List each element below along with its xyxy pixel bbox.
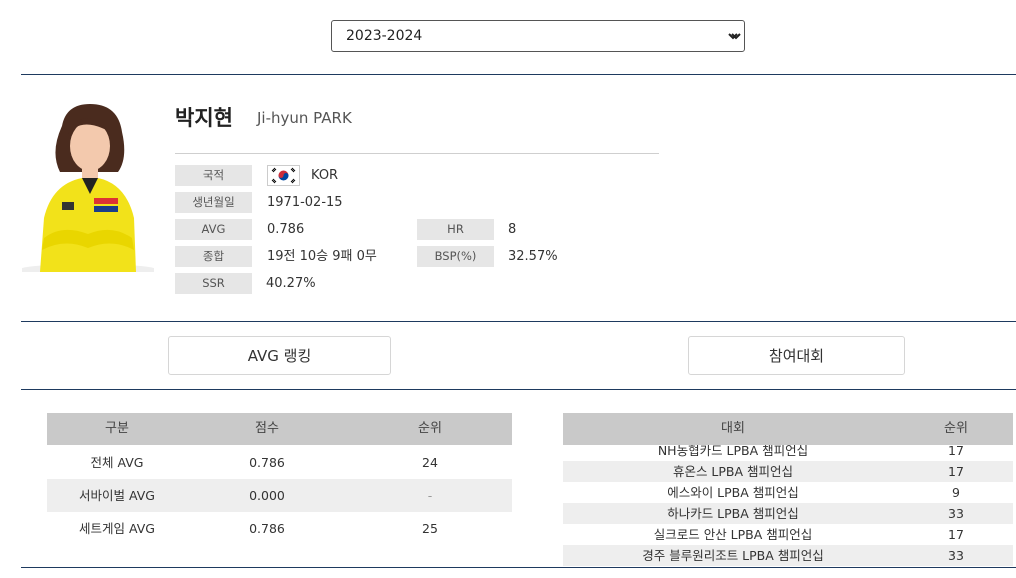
table-cell: 0.786 [249,521,285,536]
column-header: 순위 [418,421,442,436]
nationality-label: 국적 [175,165,252,186]
table-row: 세트게임 AVG 0.786 25 [47,512,512,545]
table-cell: NH농협카드 LPBA 챔피언십 [657,445,809,458]
table-cell: 33 [948,506,964,521]
table-cell: 17 [948,464,964,479]
player-name-korean: 박지현 [175,106,233,130]
avg-ranking-button[interactable]: AVG 랭킹 [168,336,391,375]
table-header: 대회 순위 [563,413,1013,445]
table-cell: 세트게임 AVG [79,521,155,536]
table-cell: 24 [422,455,438,470]
table-cell: - [427,488,433,503]
table-cell: 0.786 [249,455,285,470]
table-cell: 전체 AVG [90,455,144,470]
table-header: 구분 점수 순위 [47,413,512,445]
table-cell: 경주 블루원리조트 LPBA 챔피언십 [642,548,824,563]
table-row: 휴온스 LPBA 챔피언십 17 [563,461,1013,482]
avg-label: AVG [175,219,252,240]
ssr-value: 40.27% [266,276,316,291]
column-header: 대회 [721,421,745,436]
table-cell: 17 [948,527,964,542]
column-header: 구분 [105,421,129,436]
record-value: 19전 10승 9패 0무 [267,249,377,264]
table-cell: 실크로드 안산 LPBA 챔피언십 [653,527,813,542]
name-divider [175,153,659,154]
avg-value: 0.786 [267,222,305,237]
table-cell: 서바이벌 AVG [79,488,155,503]
table-cell: 33 [948,548,964,563]
table-cell: 9 [952,485,960,500]
table-cell: 휴온스 LPBA 챔피언십 [672,464,794,479]
table-row: 전체 AVG 0.786 24 [47,446,512,479]
birth-value: 1971-02-15 [267,195,343,210]
divider [21,389,1016,390]
divider [21,321,1016,322]
table-row: 경주 블루원리조트 LPBA 챔피언십 33 [563,545,1013,566]
bsp-value: 32.57% [508,249,558,264]
ssr-label: SSR [175,273,252,294]
player-name-english: Ji-hyun PARK [257,109,352,127]
tournament-table[interactable]: 대회 순위 NH농협카드 LPBA 챔피언십 17 휴온스 LPBA 챔피언십 … [563,413,1013,566]
table-cell: 0.000 [249,488,285,503]
nationality-value: KOR [311,168,339,183]
hr-label: HR [417,219,494,240]
table-cell: 25 [422,521,438,536]
table-row: 서바이벌 AVG 0.000 - [47,479,512,512]
table-cell: 17 [948,445,964,458]
table-cell: 에스와이 LPBA 챔피언십 [667,485,799,500]
season-select[interactable]: 2023-2024 [331,20,745,52]
table-row: 에스와이 LPBA 챔피언십 9 [563,482,1013,503]
birth-label: 생년월일 [175,192,252,213]
bsp-label: BSP(%) [417,246,494,267]
column-header: 순위 [944,421,968,436]
table-row: NH농협카드 LPBA 챔피언십 17 [563,445,1013,461]
avg-ranking-table: 구분 점수 순위 전체 AVG 0.786 24 서바이벌 AVG 0.000 … [47,413,512,545]
divider [21,74,1016,75]
hr-value: 8 [508,222,517,237]
tournament-list-scroll[interactable]: NH농협카드 LPBA 챔피언십 17 휴온스 LPBA 챔피언십 17 에스와… [563,445,1013,566]
korea-flag-icon [267,165,300,186]
player-photo [22,98,154,272]
column-header: 점수 [255,421,279,436]
divider [21,567,1016,568]
table-cell: 하나카드 LPBA 챔피언십 [667,506,799,521]
table-row: 하나카드 LPBA 챔피언십 33 [563,503,1013,524]
table-row: 실크로드 안산 LPBA 챔피언십 17 [563,524,1013,545]
record-label: 종합 [175,246,252,267]
tournaments-button[interactable]: 참여대회 [688,336,905,375]
